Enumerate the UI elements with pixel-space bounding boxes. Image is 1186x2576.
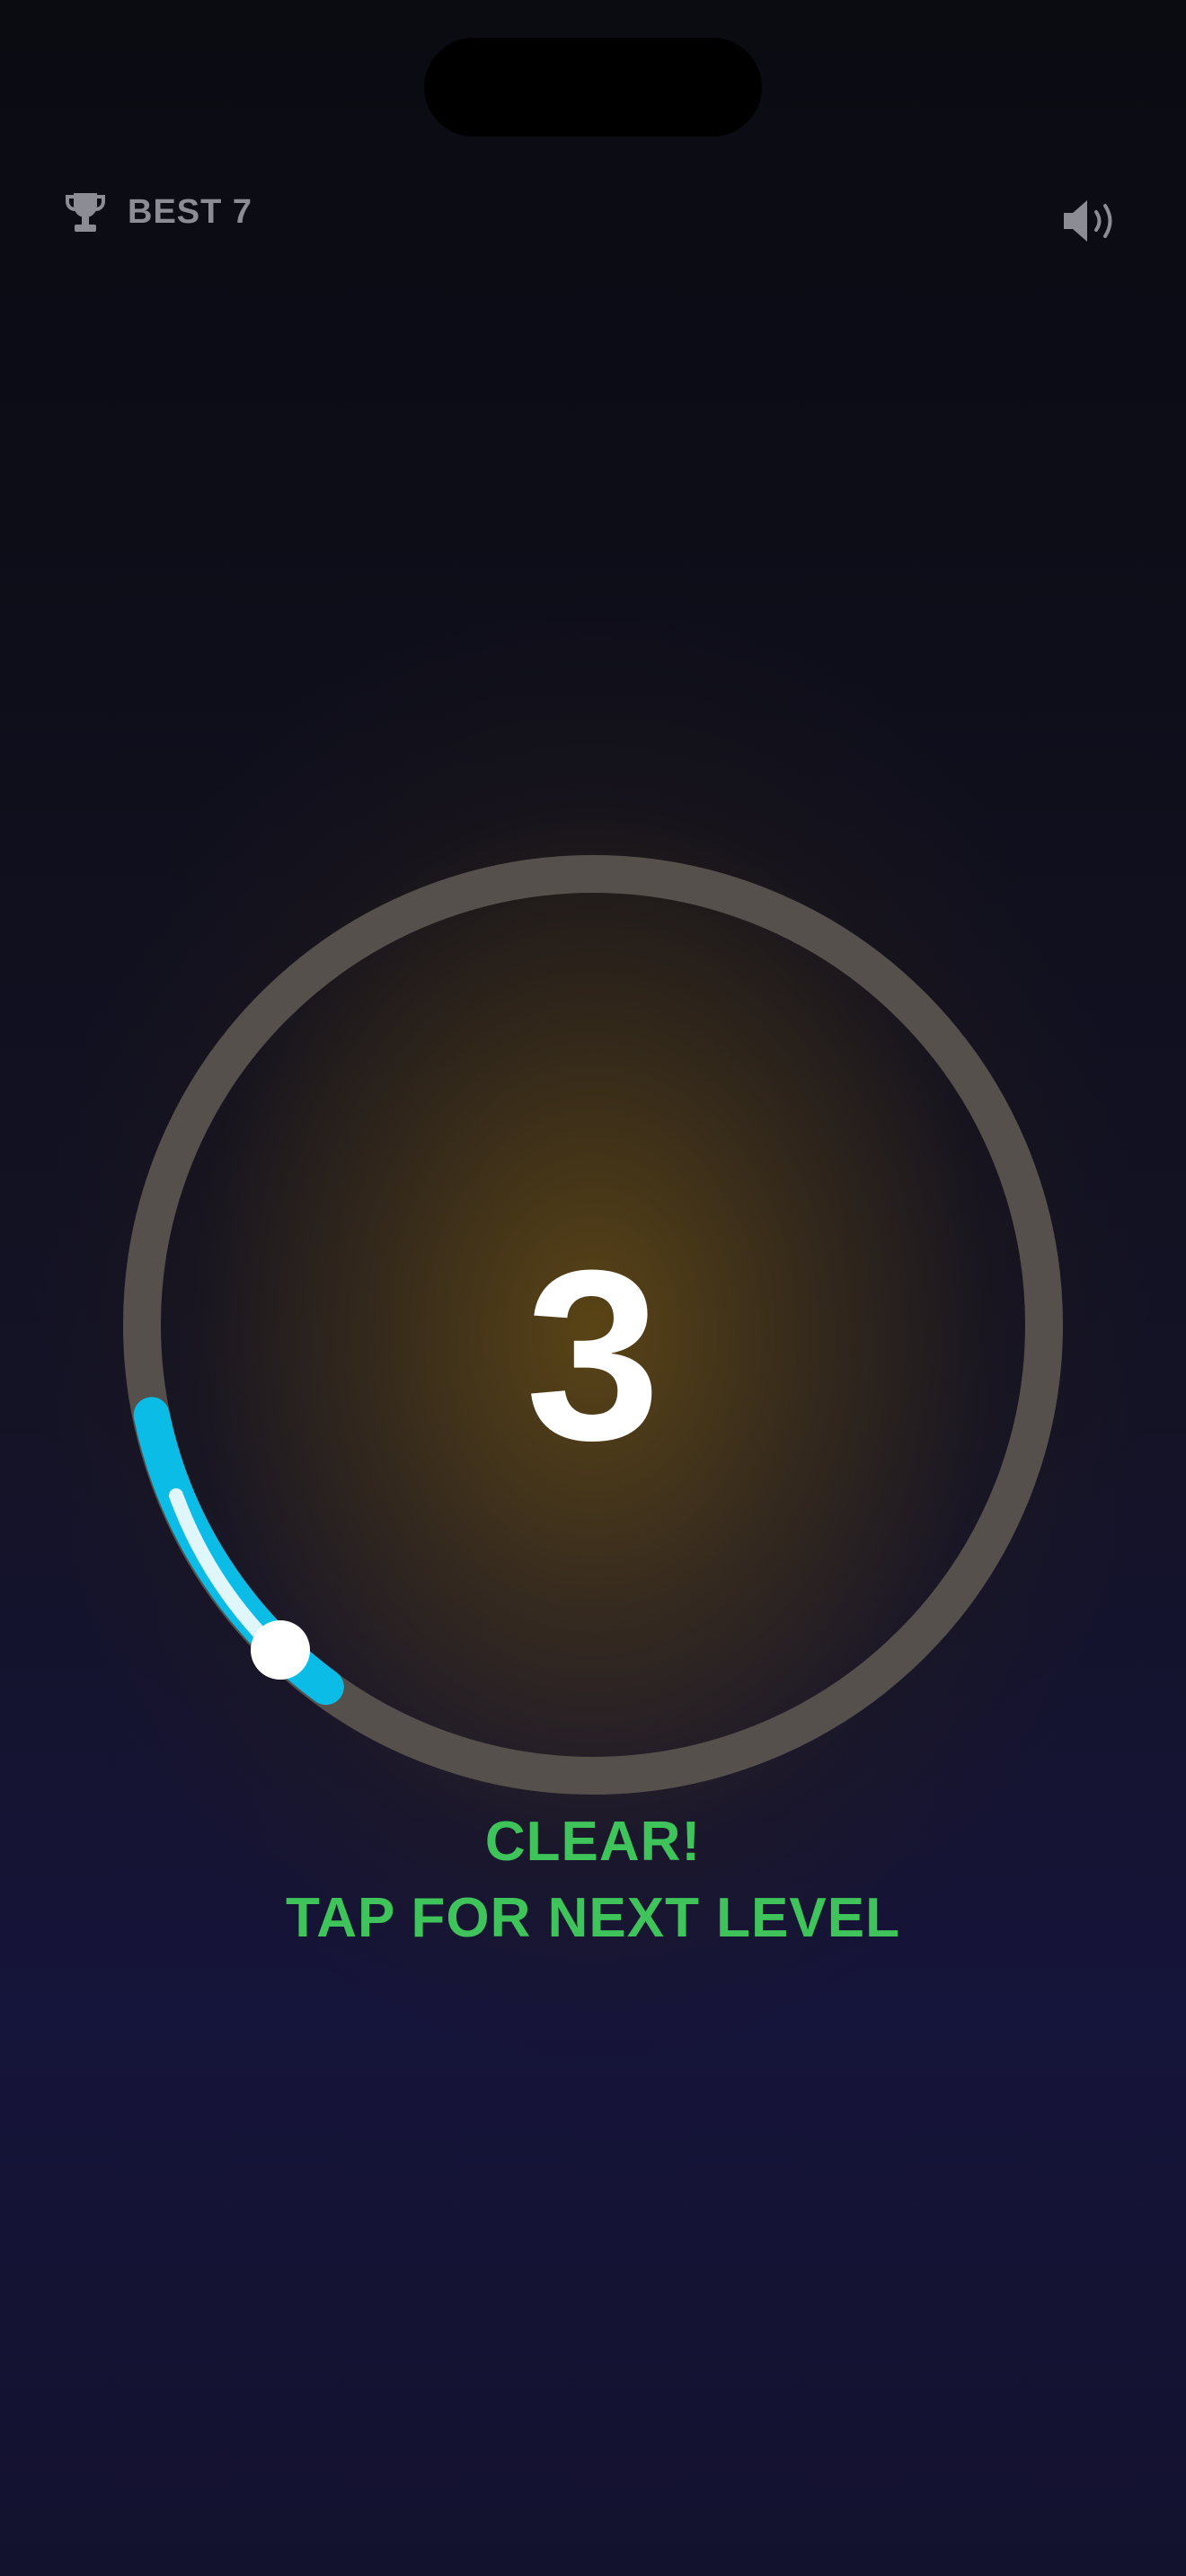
level-number: 3 [525,1221,661,1491]
game-tap-area[interactable]: 3 [0,0,1186,2576]
status-message: CLEAR! [484,1811,702,1873]
next-level-prompt[interactable]: TAP FOR NEXT LEVEL [0,1886,1186,1950]
speaker-volume-icon [1064,200,1112,242]
sound-toggle-button[interactable] [1060,196,1120,246]
player-ball [251,1620,310,1680]
game-screen: BEST 7 3 CLEAR! TAP FOR NEXT LEVEL [0,0,1186,2576]
